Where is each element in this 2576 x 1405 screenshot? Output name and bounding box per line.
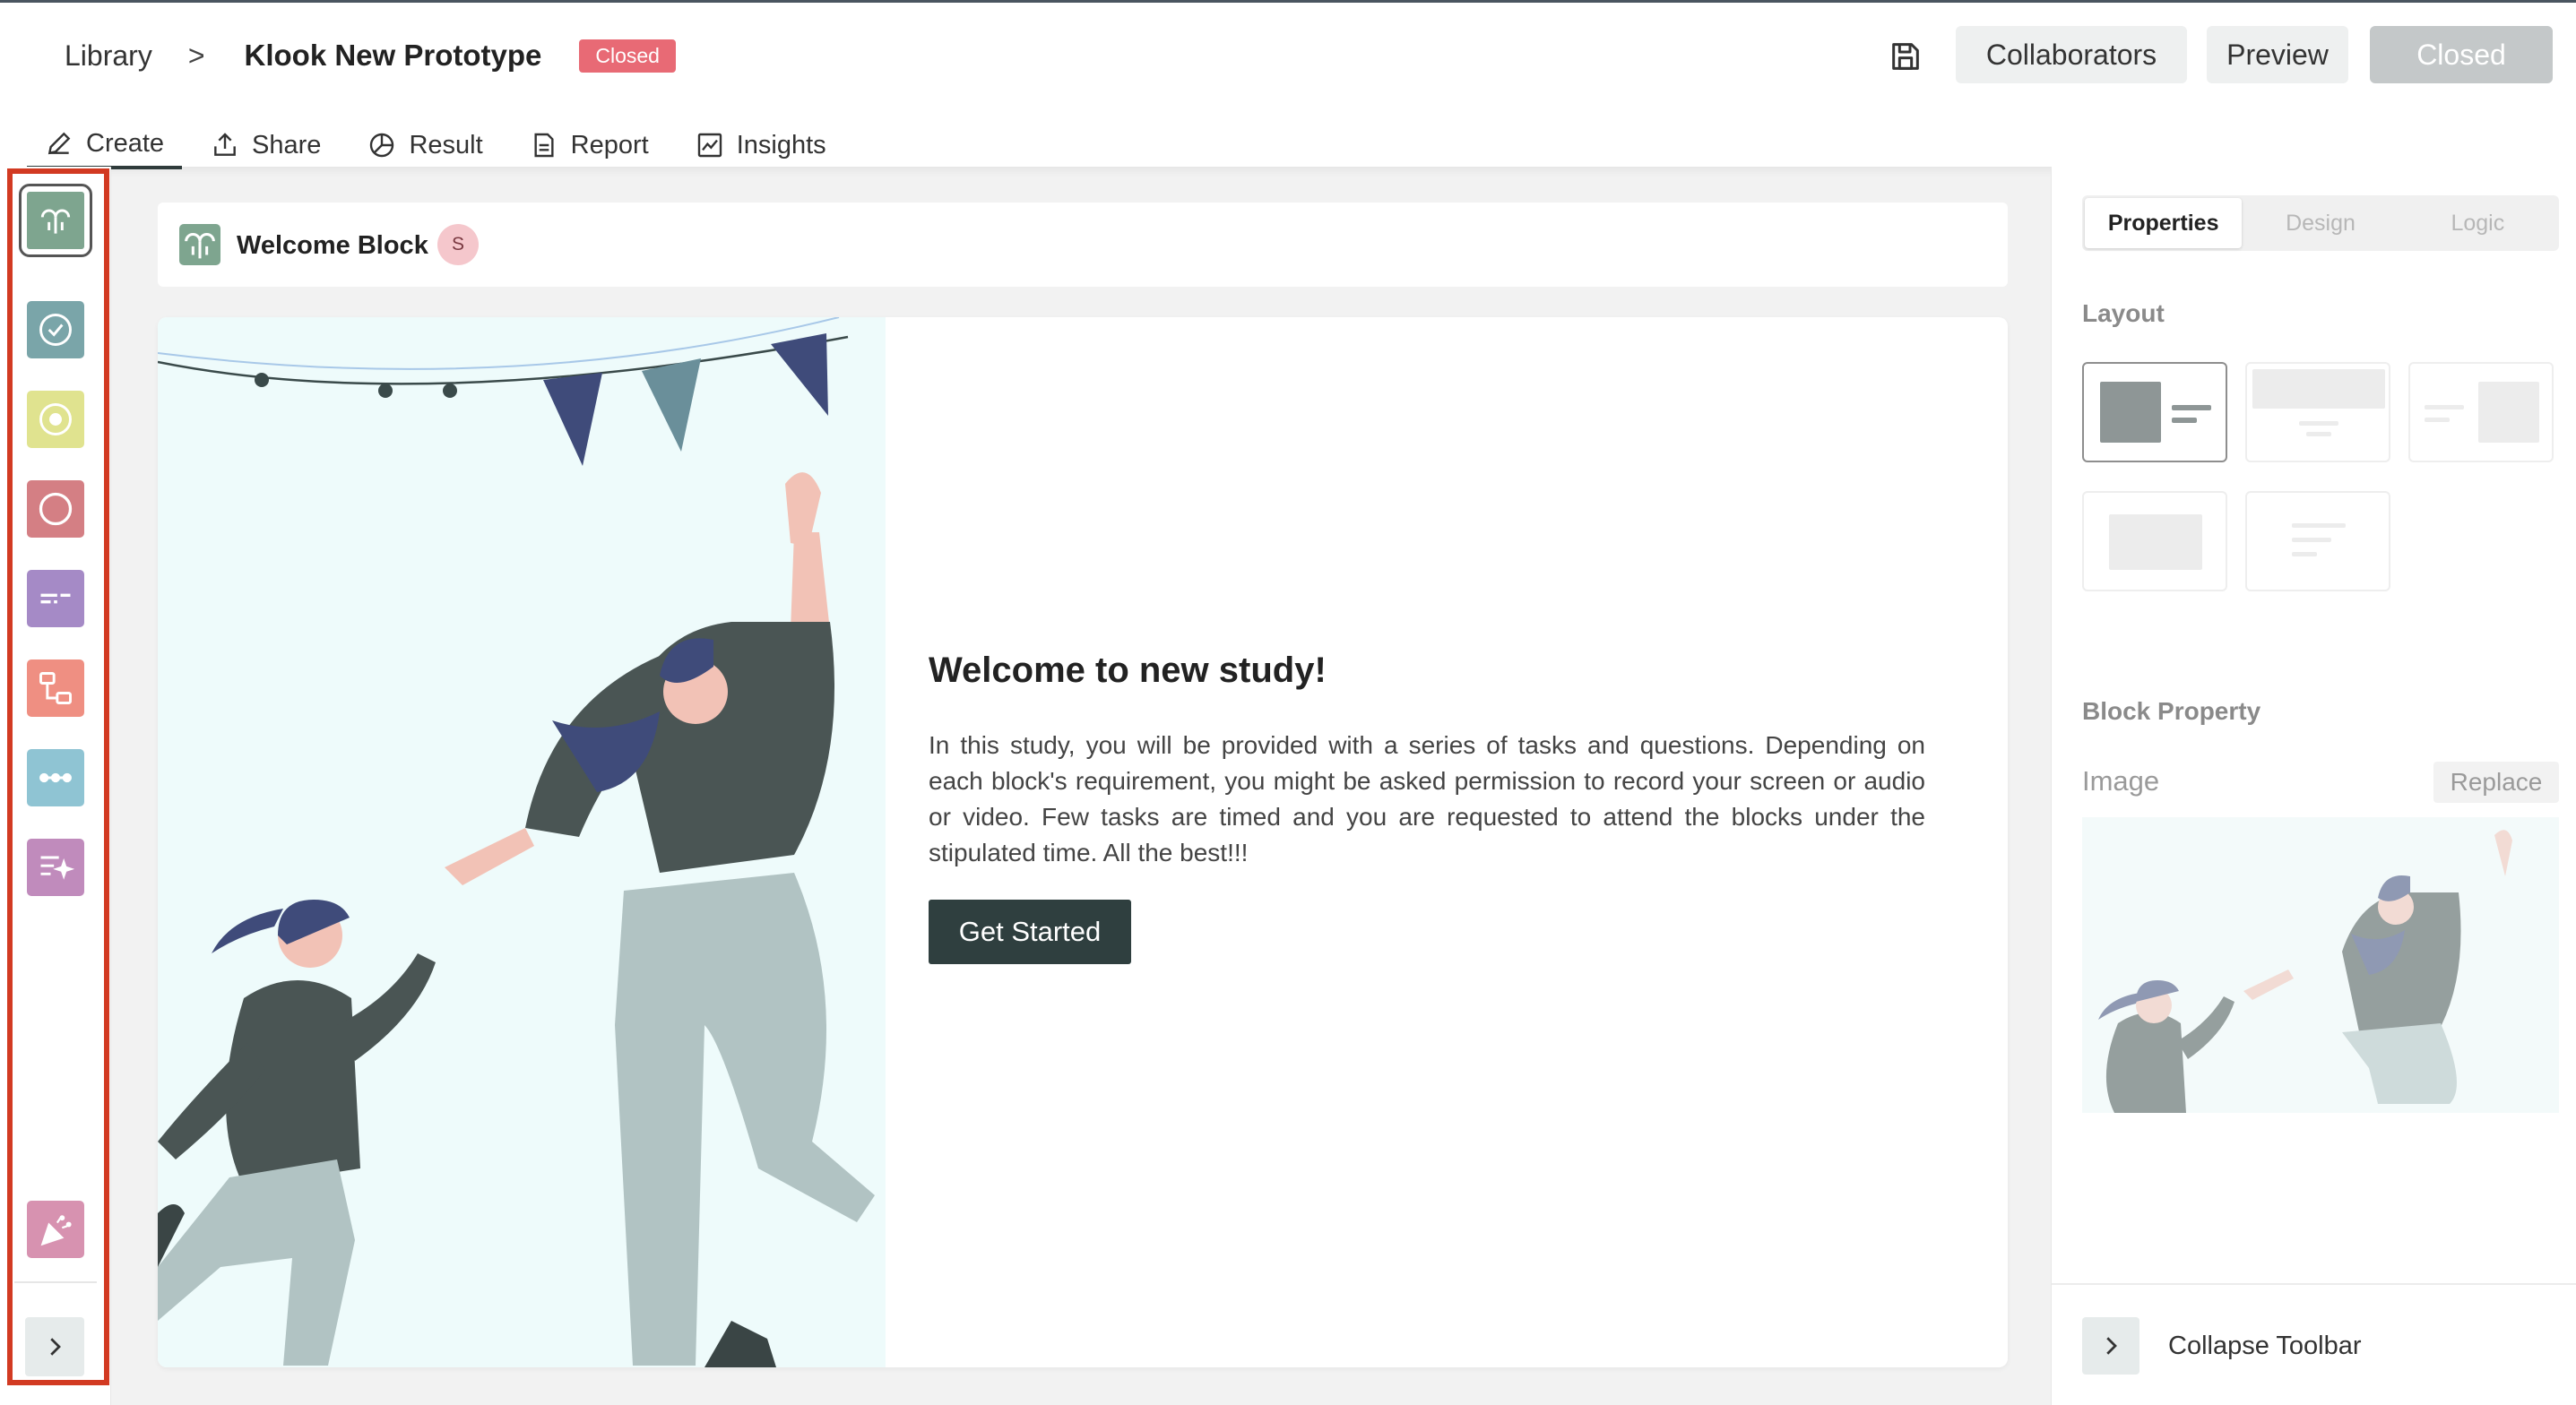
tab-insights[interactable]: Insights bbox=[678, 121, 844, 169]
checklist-sparkle-icon bbox=[40, 856, 75, 880]
panel-divider bbox=[2052, 1283, 2576, 1285]
tab-create[interactable]: Create bbox=[27, 121, 183, 169]
sidebar-item-text-block[interactable] bbox=[27, 570, 84, 627]
tab-design[interactable]: Design bbox=[2242, 198, 2399, 248]
image-label: Image bbox=[2082, 765, 2160, 797]
layout-option-image-top[interactable] bbox=[2245, 362, 2390, 462]
block-header: Welcome Block S bbox=[158, 203, 2008, 287]
chevron-right-icon bbox=[2106, 1337, 2117, 1355]
layout-option-centered-box[interactable] bbox=[2082, 491, 2227, 591]
pencil-icon bbox=[48, 132, 71, 155]
target-icon bbox=[39, 403, 72, 435]
chevron-right-icon bbox=[50, 1338, 61, 1356]
check-circle-icon bbox=[39, 314, 72, 346]
sidebar-item-thank-you-block[interactable] bbox=[27, 1201, 84, 1258]
tab-label: Insights bbox=[736, 130, 826, 159]
chevron-right-icon: > bbox=[187, 39, 205, 72]
tab-report[interactable]: Report bbox=[512, 121, 667, 169]
project-title: Klook New Prototype bbox=[244, 39, 542, 72]
tab-label: Result bbox=[409, 130, 483, 159]
layout-option-image-left[interactable] bbox=[2082, 362, 2227, 462]
preview-button[interactable]: Preview bbox=[2207, 26, 2348, 83]
tab-result[interactable]: Result bbox=[350, 121, 500, 169]
sidebar-item-circle-block[interactable] bbox=[27, 480, 84, 538]
layout-option-text-only[interactable] bbox=[2245, 491, 2390, 591]
flow-icon bbox=[39, 672, 72, 704]
properties-panel: Properties Design Logic Layout Block Pro… bbox=[2051, 167, 2576, 1405]
tab-logic[interactable]: Logic bbox=[2399, 198, 2556, 248]
tab-share[interactable]: Share bbox=[193, 121, 339, 169]
block-sidebar bbox=[0, 167, 111, 1405]
sidebar-item-target-block[interactable] bbox=[27, 391, 84, 448]
welcome-title: Welcome to new study! bbox=[929, 651, 1327, 690]
party-popper-icon bbox=[40, 1215, 72, 1246]
text-lines-icon bbox=[40, 593, 71, 604]
block-title: Welcome Block bbox=[237, 231, 428, 260]
sidebar-item-welcome-block[interactable] bbox=[19, 184, 92, 257]
avatar: S bbox=[437, 224, 479, 265]
welcome-illustration bbox=[158, 317, 886, 1367]
replace-image-button[interactable]: Replace bbox=[2433, 762, 2559, 803]
main-tabs: Create Share Result Report Insights bbox=[27, 121, 855, 169]
welcome-description: In this study, you will be provided with… bbox=[929, 731, 1925, 866]
tab-label: Create bbox=[86, 128, 165, 158]
status-badge: Closed bbox=[579, 39, 676, 73]
panel-tabs: Properties Design Logic bbox=[2082, 195, 2559, 251]
welcome-umbrella-icon bbox=[179, 224, 220, 265]
layout-label: Layout bbox=[2082, 299, 2165, 327]
tab-label: Report bbox=[570, 130, 649, 159]
welcome-card: Welcome to new study! In this study, you… bbox=[158, 317, 2008, 1367]
collaborators-button[interactable]: Collaborators bbox=[1956, 26, 2187, 83]
tab-properties[interactable]: Properties bbox=[2085, 198, 2243, 248]
share-icon bbox=[214, 133, 236, 156]
pie-chart-icon bbox=[370, 133, 394, 158]
sidebar-item-task-block[interactable] bbox=[27, 301, 84, 358]
save-icon[interactable] bbox=[1888, 39, 1923, 74]
sidebar-item-checklist-block[interactable] bbox=[27, 839, 84, 896]
breadcrumb: Library > Klook New Prototype Closed bbox=[65, 37, 676, 74]
circle-icon bbox=[39, 492, 73, 526]
expand-sidebar-button[interactable] bbox=[25, 1317, 84, 1376]
image-preview-thumbnail bbox=[2082, 817, 2559, 1113]
sidebar-divider bbox=[14, 1281, 97, 1283]
collapse-toolbar-label: Collapse Toolbar bbox=[2168, 1332, 2362, 1360]
closed-button[interactable]: Closed bbox=[2370, 26, 2553, 83]
tab-label: Share bbox=[252, 130, 322, 159]
sidebar-item-sequence-block[interactable] bbox=[27, 749, 84, 806]
document-icon bbox=[534, 133, 554, 158]
dots-sequence-icon bbox=[39, 772, 72, 783]
trend-chart-icon bbox=[697, 133, 722, 158]
block-property-label: Block Property bbox=[2082, 697, 2261, 725]
welcome-umbrella-icon bbox=[40, 209, 71, 234]
sidebar-item-flow-block[interactable] bbox=[27, 659, 84, 717]
top-header: Library > Klook New Prototype Closed Col… bbox=[0, 0, 2576, 169]
get-started-button[interactable]: Get Started bbox=[929, 900, 1131, 964]
layout-option-image-right[interactable] bbox=[2408, 362, 2554, 462]
breadcrumb-library-link[interactable]: Library bbox=[65, 39, 152, 73]
collapse-toolbar-button[interactable] bbox=[2082, 1317, 2139, 1375]
